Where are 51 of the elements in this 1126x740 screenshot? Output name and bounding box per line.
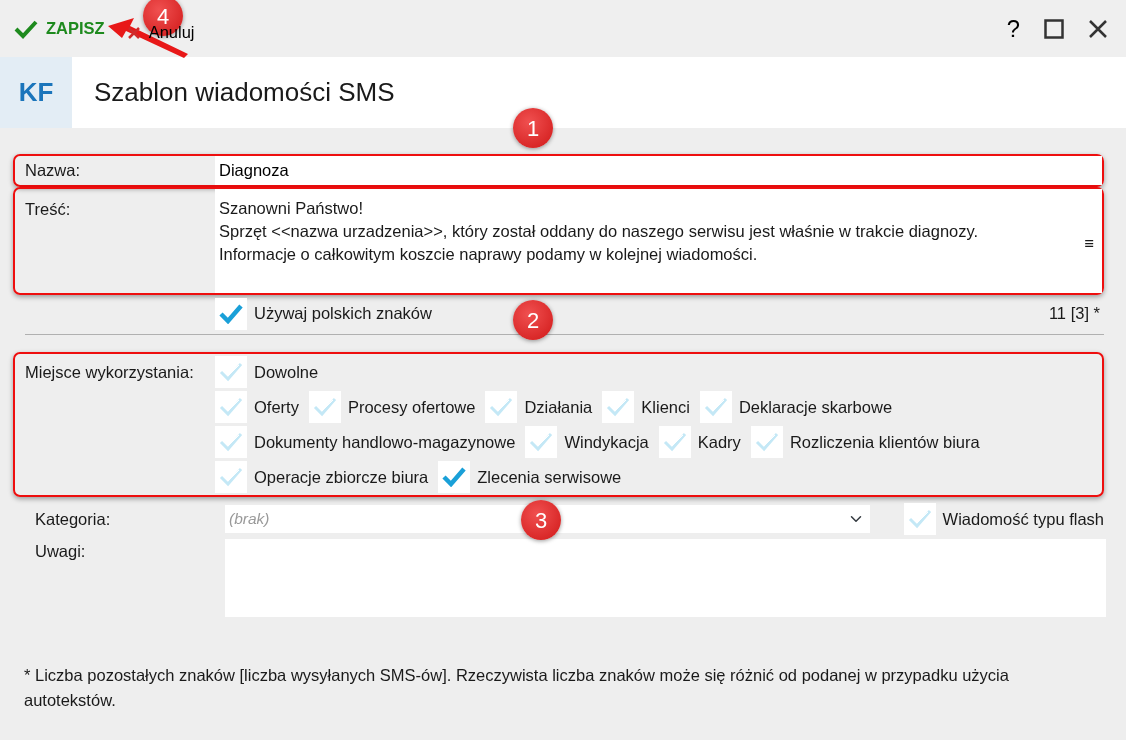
field-label: Miejsce wykorzystania: [24, 362, 195, 383]
checkbox[interactable] [750, 426, 783, 458]
message-text: Szanowni Państwo! Sprzęt <<nazwa urzadzenia>>, który został oddany do naszego serwisu jest właśnie w trakcie diagnozy. Informacje o całkowitym koszcie naprawy podamy w kolejnej wiadomości. [219, 198, 980, 265]
footnote: * Liczba pozostałych znaków [liczba wysyłanych SMS-ów]. Rzeczywista liczba znaków może się różnić od podanej w przypadku użycia autotekstów. [24, 665, 1010, 711]
field-label: Uwagi: [34, 541, 87, 562]
checkbox-label: Zlecenia serwisowe [477, 466, 622, 488]
character-counter: 11 [3] * [1048, 303, 1100, 325]
checkbox-label: Operacje zbiorcze biura [254, 466, 429, 488]
checkbox[interactable] [485, 391, 518, 423]
content-field[interactable]: Szanowni Państwo! Sprzęt <<nazwa urzadzenia>>, który został oddany do naszego serwisu jest właśnie w trakcie diagnozy. Informacje o całkowitym koszcie naprawy podamy w kolejnej wiadomości. ≡ [215, 189, 1102, 293]
checkbox[interactable] [438, 461, 471, 493]
checkbox-label: Procesy ofertowe [347, 396, 476, 418]
annotation-marker: 3 [521, 500, 561, 540]
checkbox-label: Deklaracje skarbowe [738, 396, 893, 418]
checkbox[interactable] [525, 426, 558, 458]
checkbox[interactable] [602, 391, 635, 423]
checkbox[interactable] [215, 297, 247, 330]
checkbox[interactable] [215, 356, 247, 388]
page-title: Szablon wiadomości SMS [94, 76, 395, 109]
save-button[interactable]: ZAPISZ [10, 8, 109, 49]
checkbox-label: Wiadomość typu flash [942, 508, 1104, 530]
checkbox[interactable] [699, 391, 732, 423]
notes-field[interactable] [225, 539, 1106, 617]
checkbox-label: Używaj polskich znaków [254, 303, 432, 325]
checkbox-label: Dokumenty handlowo-magazynowe [254, 431, 516, 453]
checkbox-label: Dowolne [254, 361, 319, 383]
close-icon[interactable] [1088, 18, 1108, 39]
maximize-icon[interactable] [1044, 18, 1064, 39]
checkbox-label: Klienci [641, 396, 690, 418]
menu-icon[interactable]: ≡ [1084, 232, 1094, 255]
checkbox[interactable] [308, 391, 341, 423]
field-label: Kategoria: [34, 508, 112, 530]
checkbox[interactable] [658, 426, 691, 458]
checkbox[interactable] [215, 391, 247, 423]
field-label: Treść: [24, 199, 72, 220]
close-icon [126, 25, 141, 40]
checkbox[interactable] [215, 426, 247, 458]
checkbox-label: Windykacja [564, 431, 649, 453]
checkbox[interactable] [215, 461, 247, 493]
field-label: Nazwa: [24, 160, 82, 182]
checkbox-label: Oferty [254, 396, 299, 418]
annotation-marker: 2 [513, 300, 553, 340]
module-badge: KF [0, 57, 72, 128]
checkbox-label: Działania [524, 396, 593, 418]
checkbox-label: Kadry [697, 431, 741, 453]
name-field[interactable]: Diagnoza [215, 156, 1102, 185]
checkmark-icon [14, 18, 38, 39]
annotation-marker: 1 [513, 108, 553, 148]
help-button[interactable]: ? [1006, 8, 1020, 49]
checkbox[interactable] [903, 503, 936, 535]
checkbox-label: Rozliczenia klientów biura [789, 431, 980, 453]
